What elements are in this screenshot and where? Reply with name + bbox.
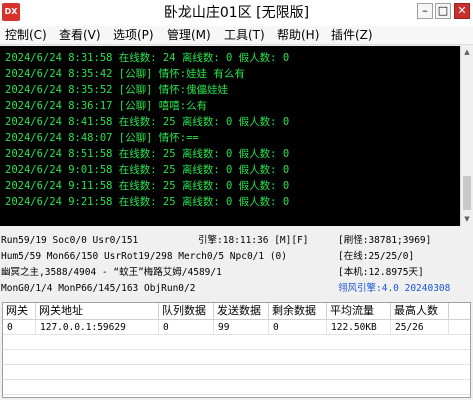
table-cell: 0 — [269, 320, 327, 335]
empty-table-row — [3, 335, 470, 350]
menu-bar: 控制(C) 查看(V) 选项(P) 管理(M) 工具(T) 帮助(H) 插件(Z… — [0, 26, 473, 45]
online-stats: [在线:25/25/0] — [338, 251, 415, 262]
log-line: 2024/6/24 8:35:52 [公聊] 情怀:傀儡娃娃 — [5, 84, 229, 96]
scroll-down-icon[interactable]: ▼ — [461, 213, 473, 226]
column-header[interactable]: 队列数据 — [159, 303, 214, 320]
log-line: 2024/6/24 8:41:58 在线数: 25 离线数: 0 假人数: 0 — [5, 116, 290, 128]
scroll-up-icon[interactable]: ▲ — [461, 46, 473, 59]
table-cell: 122.50KB — [327, 320, 391, 335]
menu-control[interactable]: 控制(C) — [5, 27, 47, 43]
run-stats: Run59/19 Soc0/0 Usr0/151 — [1, 235, 139, 246]
log-line: 2024/6/24 8:51:58 在线数: 25 离线数: 0 假人数: 0 — [5, 148, 290, 160]
column-header[interactable]: 最高人数 — [391, 303, 449, 320]
table-cell: 25/26 — [391, 320, 449, 335]
table-cell: 0 — [3, 320, 36, 335]
mon-stats: MonG0/1/4 MonP66/145/163 ObjRun0/2 — [1, 283, 196, 294]
column-header[interactable]: 平均流量 — [327, 303, 391, 320]
table-cell: 127.0.0.1:59629 — [36, 320, 159, 335]
refresh-stats: [刷怪:38781;3969] — [338, 235, 432, 246]
column-header[interactable]: 网关地址 — [36, 303, 159, 320]
log-console[interactable]: 2024/6/24 8:31:58 在线数: 24 离线数: 0 假人数: 0 … — [0, 46, 460, 226]
menu-options[interactable]: 选项(P) — [113, 27, 154, 43]
close-button[interactable]: ✕ — [454, 3, 470, 19]
log-line: 2024/6/24 9:01:58 在线数: 25 离线数: 0 假人数: 0 — [5, 164, 290, 176]
table-cell: 99 — [214, 320, 269, 335]
column-header[interactable]: 网关 — [3, 303, 36, 320]
column-header[interactable]: 发送数据 — [214, 303, 269, 320]
scroll-thumb[interactable] — [463, 176, 471, 210]
empty-table-row — [3, 380, 470, 395]
maximize-button[interactable]: □ — [435, 3, 451, 19]
log-line: 2024/6/24 8:36:17 [公聊] 嘻嘻:么有 — [5, 100, 208, 112]
log-line: 2024/6/24 9:11:58 在线数: 25 离线数: 0 假人数: 0 — [5, 180, 290, 192]
table-cell: 0 — [159, 320, 214, 335]
window-title: 卧龙山庄01区 [无限版] — [163, 5, 310, 21]
menu-help[interactable]: 帮助(H) — [277, 27, 319, 43]
empty-table-row — [3, 350, 470, 365]
boss-info: 幽冥之主,3588/4904 - “蚊王”梅路艾姆/4589/1 — [1, 267, 222, 278]
gateway-table: 网关 网关地址 队列数据 发送数据 剩余数据 平均流量 最高人数 0 127.0… — [2, 302, 471, 398]
empty-table-row — [3, 365, 470, 380]
menu-manage[interactable]: 管理(M) — [167, 27, 211, 43]
column-header[interactable]: 剩余数据 — [269, 303, 327, 320]
console-scrollbar[interactable]: ▲ ▼ — [460, 46, 473, 226]
log-line: 2024/6/24 9:21:58 在线数: 25 离线数: 0 假人数: 0 — [5, 196, 290, 208]
menu-tools[interactable]: 工具(T) — [224, 27, 265, 43]
menu-view[interactable]: 查看(V) — [59, 27, 101, 43]
status-panel: Run59/19 Soc0/0 Usr0/151 引擎:18:11:36 [M]… — [0, 226, 473, 300]
engine-version: 翎风引擎:4.0 20240308 — [338, 283, 451, 294]
engine-time: 引擎:18:11:36 [M][F] — [198, 235, 309, 246]
hum-stats: Hum5/59 Mon66/150 UsrRot19/298 Merch0/5 … — [1, 251, 287, 262]
table-row[interactable]: 0 127.0.0.1:59629 0 99 0 122.50KB 25/26 — [3, 320, 470, 335]
table-header: 网关 网关地址 队列数据 发送数据 剩余数据 平均流量 最高人数 — [3, 303, 470, 320]
local-uptime: [本机:12.8975天] — [338, 267, 424, 278]
menu-plugins[interactable]: 插件(Z) — [331, 27, 373, 43]
minimize-button[interactable]: – — [417, 3, 433, 19]
log-line: 2024/6/24 8:35:42 [公聊] 情怀:娃娃 有么有 — [5, 68, 245, 80]
log-line: 2024/6/24 8:48:07 [公聊] 情怀:== — [5, 132, 199, 144]
title-bar: DX 卧龙山庄01区 [无限版] – □ ✕ — [0, 0, 473, 26]
log-line: 2024/6/24 8:31:58 在线数: 24 离线数: 0 假人数: 0 — [5, 52, 290, 64]
